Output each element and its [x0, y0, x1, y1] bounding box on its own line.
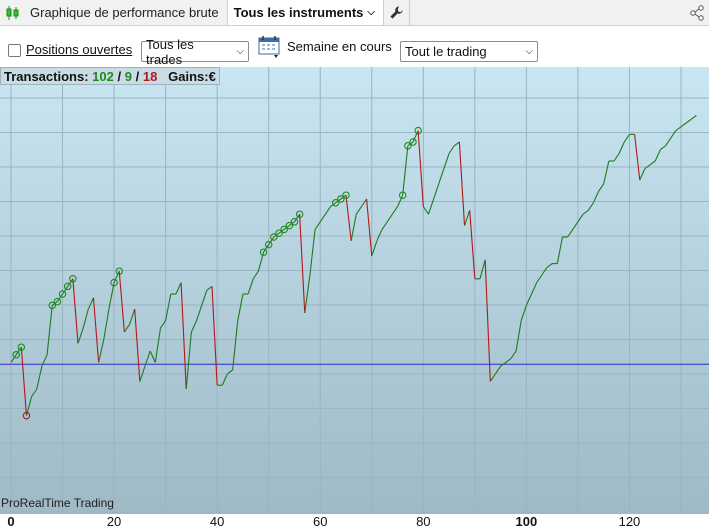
wrench-icon [390, 6, 403, 19]
x-tick-label: 80 [416, 514, 431, 529]
x-tick-label: 20 [106, 514, 122, 529]
calendar-icon [258, 36, 280, 58]
trading-select-value: Tout le trading [405, 44, 487, 59]
instruments-dropdown-label: Tous les instruments [233, 5, 364, 20]
instruments-dropdown[interactable]: Tous les instruments ⌵ [227, 0, 385, 25]
winning-trades-count: 9 [124, 68, 132, 84]
window-title: Graphique de performance brute [26, 0, 228, 25]
x-tick-label: 60 [312, 514, 328, 529]
losing-trades-count: 18 [142, 68, 158, 84]
open-positions-label[interactable]: Positions ouvertes [26, 42, 132, 57]
performance-chart-svg [0, 67, 709, 514]
trades-select-value: Tous les trades [146, 36, 194, 67]
x-tick-label: 40 [209, 514, 225, 529]
settings-wrench-button[interactable] [384, 0, 411, 25]
candlestick-icon [0, 0, 26, 25]
transactions-total: 102 [92, 68, 114, 84]
trading-select[interactable]: Tout le trading ⌵ [400, 41, 538, 62]
x-tick-label: 100 [515, 514, 538, 529]
period-label: Semaine en cours [287, 39, 392, 54]
open-positions-checkbox[interactable] [8, 44, 21, 57]
gains-unit: € [208, 68, 216, 84]
share-button[interactable] [685, 0, 709, 25]
share-icon [690, 4, 704, 21]
filter-bar: Positions ouvertes Tous les trades ⌵ Sem… [0, 27, 709, 67]
chevron-down-icon: ⌵ [367, 7, 376, 18]
transactions-summary: Transactions: 102 / 9 / 18 Gains: € [0, 67, 220, 85]
x-tick-label: 120 [618, 514, 641, 529]
x-axis: 0 20 40 60 80 100 120 [0, 514, 709, 531]
chart-background [0, 67, 709, 514]
gains-label: Gains: [168, 68, 209, 84]
performance-chart [0, 67, 709, 514]
chevron-down-icon: ⌵ [525, 46, 533, 57]
chevron-down-icon: ⌵ [236, 46, 244, 57]
transactions-label: Transactions: [4, 68, 89, 84]
x-tick-label: 0 [7, 514, 15, 529]
calendar-button[interactable] [258, 35, 282, 59]
top-toolbar: Graphique de performance brute Tous les … [0, 0, 709, 26]
trades-select[interactable]: Tous les trades ⌵ [141, 37, 249, 67]
watermark: ProRealTime Trading [1, 496, 114, 510]
